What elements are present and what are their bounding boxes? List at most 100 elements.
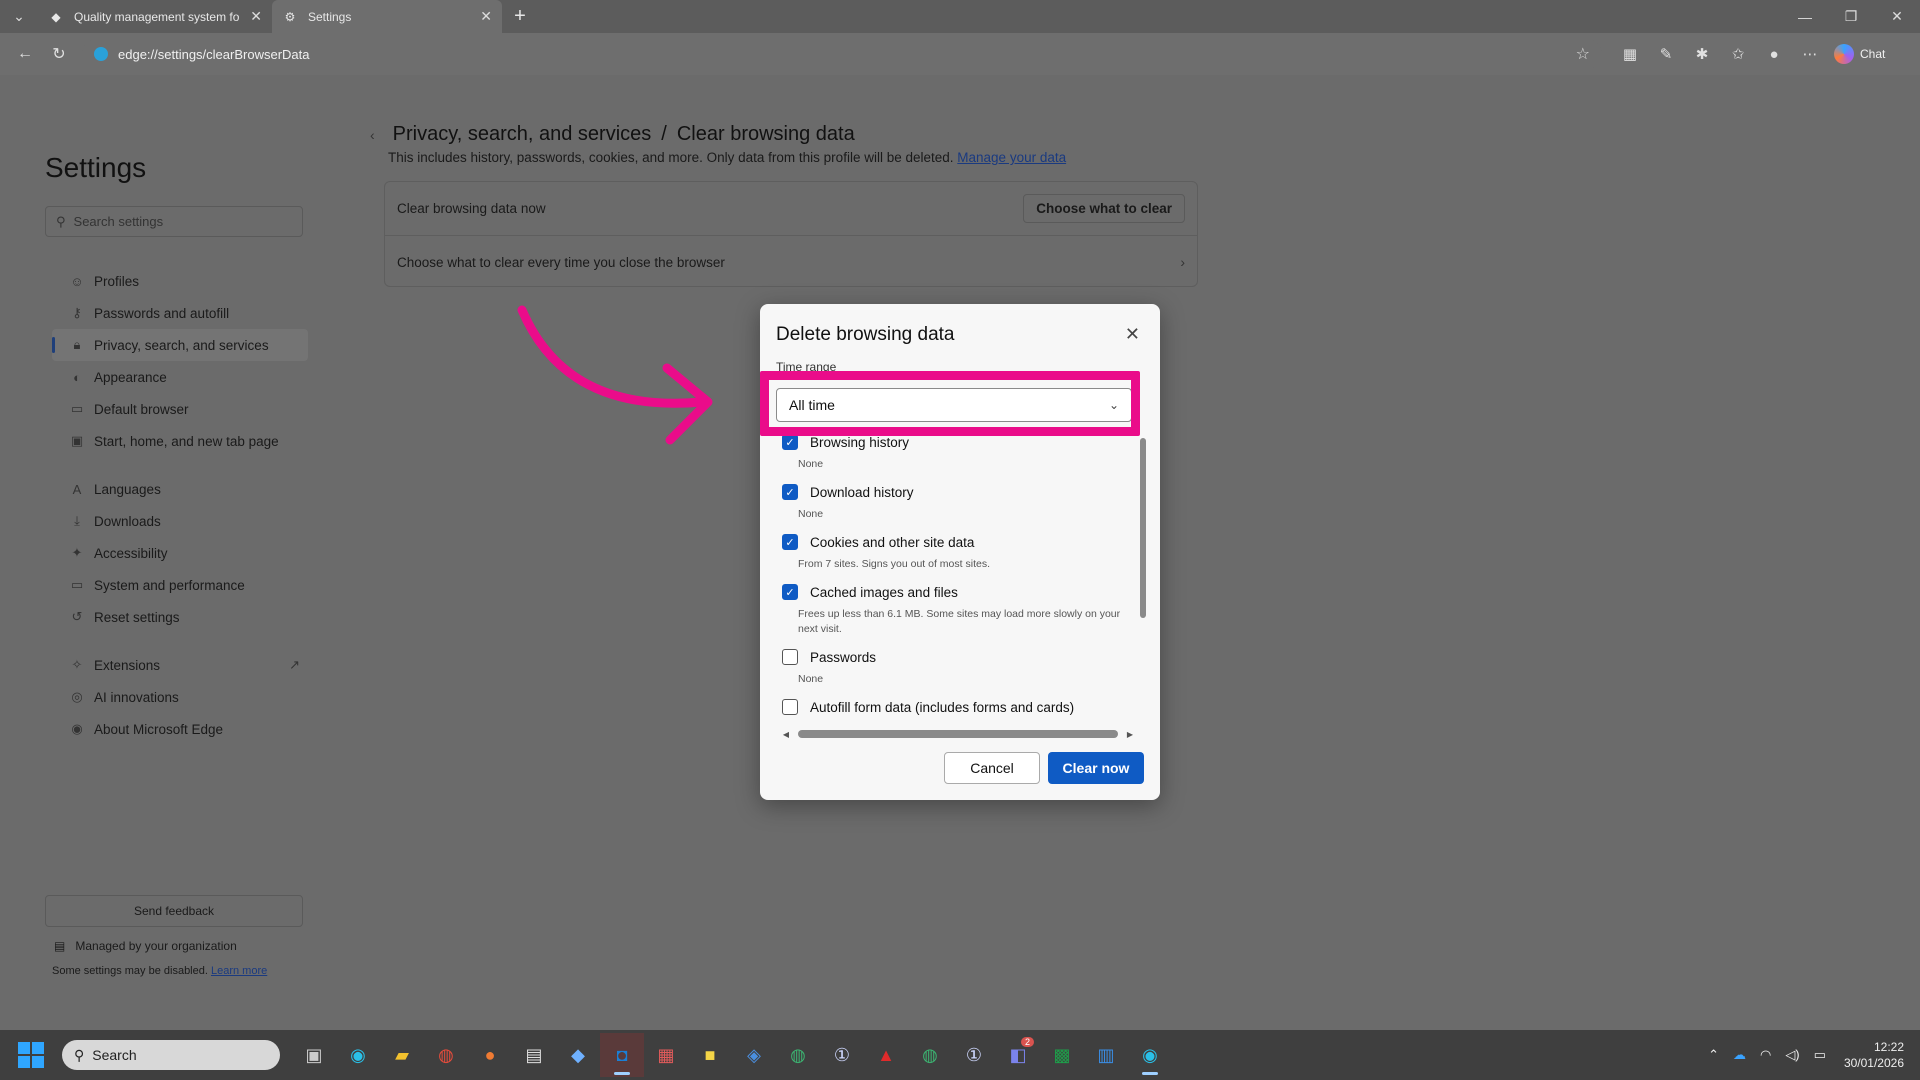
app-red-icon[interactable]: ▦ bbox=[644, 1033, 688, 1077]
sidebar-item-languages[interactable]: A Languages bbox=[52, 473, 308, 505]
brave-icon[interactable]: ● bbox=[468, 1033, 512, 1077]
windows-start-icon[interactable] bbox=[18, 1042, 44, 1068]
scroll-left-icon[interactable]: ◀ bbox=[780, 730, 792, 739]
copilot-chat-button[interactable]: Chat bbox=[1834, 44, 1885, 64]
sidebar-item-label: Profiles bbox=[94, 273, 140, 289]
option-label: Cached images and files bbox=[810, 584, 958, 600]
back-icon[interactable]: ← bbox=[8, 37, 42, 71]
checkbox-checked[interactable]: ✓ bbox=[782, 584, 798, 600]
sidebar-item-system[interactable]: ▭ System and performance bbox=[52, 569, 308, 601]
excel-icon[interactable]: ▩ bbox=[1040, 1033, 1084, 1077]
file-explorer-icon[interactable]: ▰ bbox=[380, 1033, 424, 1077]
minimize-icon[interactable]: — bbox=[1782, 0, 1828, 33]
back-chevron-icon[interactable]: ‹ bbox=[370, 127, 375, 143]
manage-your-data-link[interactable]: Manage your data bbox=[957, 150, 1066, 165]
wifi-icon[interactable]: ◠ bbox=[1760, 1047, 1771, 1063]
vertical-scrollbar[interactable] bbox=[1140, 438, 1146, 618]
sidebar-item-start-home[interactable]: ▣ Start, home, and new tab page bbox=[52, 425, 308, 457]
disabled-note-text: Some settings may be disabled. bbox=[52, 965, 208, 977]
m365-icon[interactable]: ◆ bbox=[556, 1033, 600, 1077]
horizontal-scrollbar[interactable]: ◀ ▶ bbox=[780, 728, 1136, 740]
sidebar-item-profiles[interactable]: ☺ Profiles bbox=[52, 265, 308, 297]
clock[interactable]: 12:22 30/01/2026 bbox=[1844, 1039, 1904, 1071]
outlook-icon[interactable]: ◘ bbox=[600, 1033, 644, 1077]
onepassword-alt-icon[interactable]: ① bbox=[952, 1033, 996, 1077]
profile-icon[interactable]: ● bbox=[1756, 39, 1792, 69]
edge-taskbar-icon[interactable]: ◉ bbox=[336, 1033, 380, 1077]
settings-sidebar: Settings ⚲ Search settings ☺ Profiles ⚷ Pa… bbox=[4, 75, 344, 1027]
new-tab-button[interactable]: + bbox=[502, 0, 538, 33]
disabled-note: Some settings may be disabled. Learn mor… bbox=[52, 965, 267, 977]
restore-icon[interactable]: ❐ bbox=[1828, 0, 1874, 33]
chevron-up-icon[interactable]: ⌃ bbox=[1708, 1047, 1719, 1063]
choose-what-to-clear-button[interactable]: Choose what to clear bbox=[1023, 194, 1185, 223]
sidebar-item-accessibility[interactable]: ✦ Accessibility bbox=[52, 537, 308, 569]
onepassword-icon[interactable]: ① bbox=[820, 1033, 864, 1077]
sidebar-item-privacy[interactable]: 🔒︎ Privacy, search, and services bbox=[52, 329, 308, 361]
teams-icon[interactable]: ◧ 2 bbox=[996, 1033, 1040, 1077]
sidebar-item-passwords[interactable]: ⚷ Passwords and autofill bbox=[52, 297, 308, 329]
chrome-alt-icon[interactable]: ◍ bbox=[908, 1033, 952, 1077]
sidebar-item-ai-innovations[interactable]: ◎ AI innovations bbox=[52, 681, 308, 713]
option-cookies[interactable]: ✓ Cookies and other site data bbox=[782, 532, 1130, 552]
scroll-thumb[interactable] bbox=[798, 730, 1118, 738]
option-passwords[interactable]: Passwords bbox=[782, 647, 1130, 667]
send-feedback-button[interactable]: Send feedback bbox=[45, 895, 303, 927]
option-desc: From 7 sites. Signs you out of most site… bbox=[798, 558, 990, 570]
close-tab-icon[interactable]: ✕ bbox=[250, 8, 262, 25]
tab-settings[interactable]: ⚙ Settings ✕ bbox=[272, 0, 502, 33]
favorites-icon[interactable]: ✩ bbox=[1720, 39, 1756, 69]
scroll-right-icon[interactable]: ▶ bbox=[1124, 730, 1136, 739]
chrome-icon[interactable]: ◍ bbox=[424, 1033, 468, 1077]
edge-active-icon[interactable]: ◉ bbox=[1128, 1033, 1172, 1077]
close-icon[interactable]: ✕ bbox=[1125, 324, 1140, 345]
refresh-icon[interactable]: ↻ bbox=[42, 37, 76, 71]
option-download-history[interactable]: ✓ Download history bbox=[782, 482, 1130, 502]
app-chart-icon[interactable]: ▥ bbox=[1084, 1033, 1128, 1077]
sidebar-item-reset[interactable]: ↺ Reset settings bbox=[52, 601, 308, 633]
close-window-icon[interactable]: ✕ bbox=[1874, 0, 1920, 33]
sidebar-item-about[interactable]: ◉ About Microsoft Edge bbox=[52, 713, 308, 745]
sidebar-item-default-browser[interactable]: ▭ Default browser bbox=[52, 393, 308, 425]
cancel-button[interactable]: Cancel bbox=[944, 752, 1040, 784]
volume-icon[interactable]: ◁) bbox=[1785, 1047, 1799, 1063]
sidebar-item-appearance[interactable]: ◐ Appearance bbox=[52, 361, 308, 393]
checkbox-checked[interactable]: ✓ bbox=[782, 484, 798, 500]
onedrive-icon[interactable]: ☁ bbox=[1733, 1047, 1746, 1063]
sidebar-item-downloads[interactable]: ⤓ Downloads bbox=[52, 505, 308, 537]
sticky-notes-icon[interactable]: ■ bbox=[688, 1033, 732, 1077]
breadcrumb-parent[interactable]: Privacy, search, and services bbox=[393, 123, 652, 146]
taskbar-search[interactable]: ⚲ Search bbox=[62, 1040, 280, 1070]
lock-icon: 🔒︎ bbox=[73, 337, 81, 352]
battery-icon[interactable]: ▭ bbox=[1814, 1047, 1826, 1063]
checkbox-checked[interactable]: ✓ bbox=[782, 434, 798, 450]
learn-more-link[interactable]: Learn more bbox=[211, 965, 267, 977]
pen-extension-icon[interactable]: ✎ bbox=[1648, 39, 1684, 69]
extension-grid-icon[interactable]: ▦ bbox=[1612, 39, 1648, 69]
extensions-icon[interactable]: ✱ bbox=[1684, 39, 1720, 69]
person-icon: ☺ bbox=[70, 273, 84, 289]
search-settings-input[interactable]: ⚲ Search settings bbox=[45, 206, 303, 237]
option-autofill[interactable]: Autofill form data (includes forms and c… bbox=[782, 697, 1130, 717]
more-menu-icon[interactable]: ⋯ bbox=[1792, 39, 1828, 69]
app-blue-icon[interactable]: ◈ bbox=[732, 1033, 776, 1077]
clear-on-close-row[interactable]: Choose what to clear every time you clos… bbox=[385, 235, 1197, 288]
tab-quality-management[interactable]: ◆ Quality management system for s ✕ bbox=[38, 0, 272, 33]
chevron-down-icon: ⌄ bbox=[1108, 398, 1119, 412]
chrome-profile-icon[interactable]: ◍ bbox=[776, 1033, 820, 1077]
close-tab-icon[interactable]: ✕ bbox=[480, 8, 492, 25]
checkbox-unchecked[interactable] bbox=[782, 649, 798, 665]
tab-actions-menu-icon[interactable]: ⌄ bbox=[0, 0, 38, 33]
checkbox-unchecked[interactable] bbox=[782, 699, 798, 715]
clear-now-button[interactable]: Clear now bbox=[1048, 752, 1144, 784]
option-cached-images[interactable]: ✓ Cached images and files bbox=[782, 582, 1130, 602]
url-field[interactable]: edge://settings/clearBrowserData ☆ bbox=[82, 39, 1602, 69]
option-browsing-history[interactable]: ✓ Browsing history bbox=[782, 432, 1130, 452]
time-range-select[interactable]: All time ⌄ bbox=[776, 388, 1132, 422]
task-view-icon[interactable]: ▣ bbox=[292, 1033, 336, 1077]
checkbox-checked[interactable]: ✓ bbox=[782, 534, 798, 550]
favorite-star-icon[interactable]: ☆ bbox=[1576, 44, 1590, 64]
store-icon[interactable]: ▤ bbox=[512, 1033, 556, 1077]
acrobat-icon[interactable]: ▲ bbox=[864, 1033, 908, 1077]
sidebar-item-extensions[interactable]: ✧ Extensions ↗ bbox=[52, 649, 308, 681]
